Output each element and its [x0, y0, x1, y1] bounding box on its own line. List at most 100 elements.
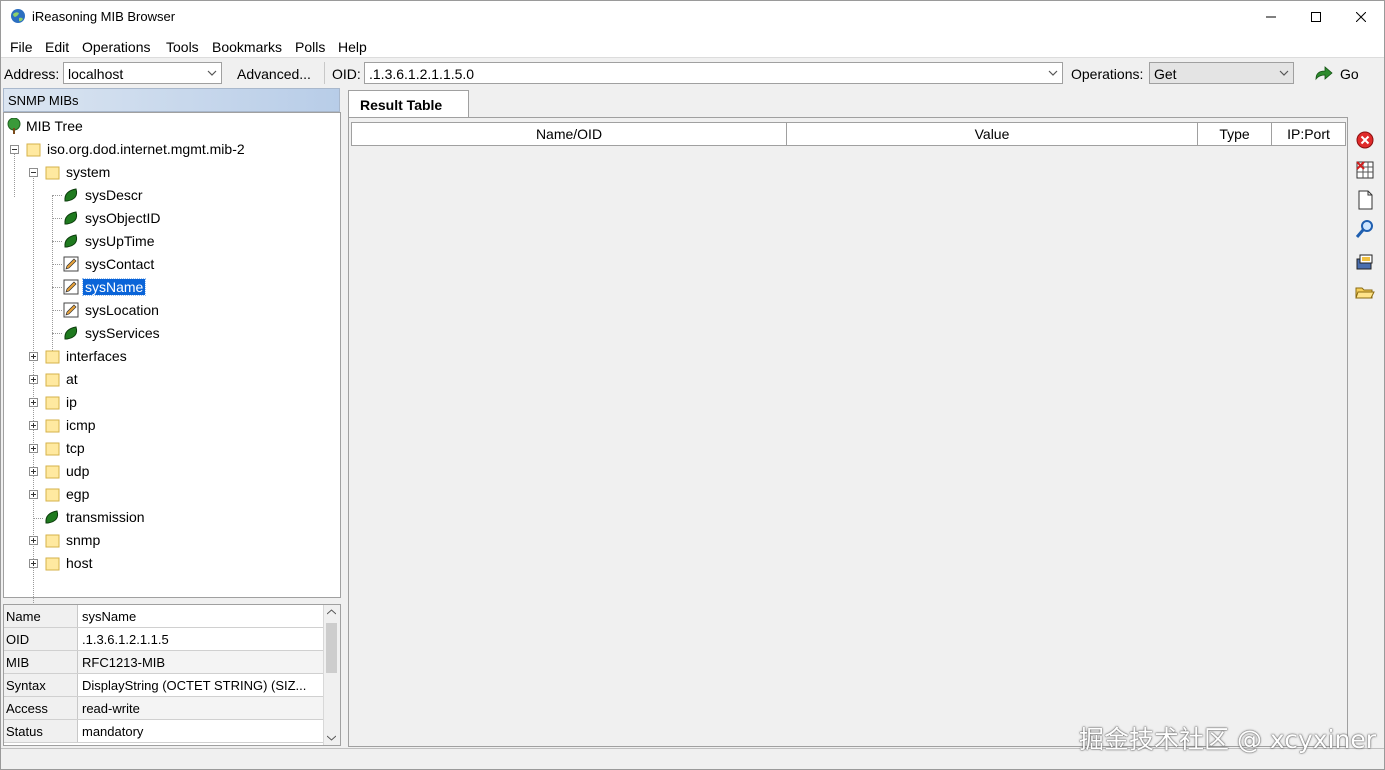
chevron-up-icon	[327, 609, 336, 615]
go-label: Go	[1340, 66, 1359, 82]
tree-node-label: sysServices	[85, 325, 160, 341]
address-value: localhost	[68, 66, 124, 82]
tree-node-label: sysObjectID	[85, 210, 161, 226]
delete-icon	[1356, 131, 1374, 149]
folder-icon	[45, 534, 60, 548]
menu-tools[interactable]: Tools	[166, 39, 199, 55]
expand-toggle[interactable]	[29, 352, 38, 361]
oid-label: OID:	[332, 66, 361, 82]
go-button[interactable]: Go	[1314, 62, 1364, 84]
find-icon	[1355, 220, 1373, 238]
leaf-icon	[64, 188, 78, 202]
property-row: OID .1.3.6.1.2.1.1.5	[4, 628, 324, 651]
expand-toggle[interactable]	[29, 375, 38, 384]
new-document-button[interactable]	[1354, 189, 1376, 211]
folder-icon	[45, 557, 60, 571]
find-button[interactable]	[1354, 218, 1376, 240]
column-header-ip-port[interactable]: IP:Port	[1272, 123, 1345, 145]
tree-node-label: interfaces	[66, 348, 127, 364]
oid-combo[interactable]: .1.3.6.1.2.1.1.5.0	[364, 62, 1063, 84]
folder-icon	[26, 143, 41, 157]
menu-bar: File Edit Operations Tools Bookmarks Pol…	[1, 33, 1384, 57]
expand-toggle[interactable]	[29, 398, 38, 407]
tree-node-label: egp	[66, 486, 90, 502]
advanced-button[interactable]: Advanced...	[237, 66, 311, 82]
chevron-down-icon	[1279, 70, 1289, 76]
chevron-down-icon	[327, 735, 336, 741]
close-window-button[interactable]	[1338, 1, 1384, 33]
menu-edit[interactable]: Edit	[45, 39, 69, 55]
clear-table-icon	[1356, 161, 1374, 179]
address-combo[interactable]: localhost	[63, 62, 222, 84]
window-title: iReasoning MIB Browser	[32, 9, 176, 24]
property-value: mandatory	[82, 724, 144, 739]
panel-title: SNMP MIBs	[8, 93, 79, 108]
chevron-down-icon	[1048, 70, 1058, 76]
tree-node-label: sysDescr	[85, 187, 143, 203]
expand-toggle[interactable]	[29, 536, 38, 545]
scrollbar-thumb[interactable]	[326, 623, 337, 673]
property-key: Name	[6, 609, 41, 624]
tree-node-label: ip	[66, 394, 77, 410]
export-icon	[1356, 254, 1373, 270]
delete-button[interactable]	[1354, 129, 1376, 151]
leaf-icon	[45, 510, 59, 524]
tree-icon	[7, 118, 21, 134]
result-table-panel: Name/OID Value Type IP:Port	[348, 117, 1348, 747]
tree-node-label: udp	[66, 463, 90, 479]
result-table-body[interactable]	[351, 146, 1346, 744]
mib-tree[interactable]: MIB Tree iso.org.dod.internet.mgmt.mib-2…	[3, 112, 341, 605]
expand-toggle[interactable]	[29, 490, 38, 499]
app-globe-icon	[11, 9, 25, 23]
tree-node-label: tcp	[66, 440, 85, 456]
tree-line	[52, 195, 53, 359]
collapse-toggle[interactable]	[29, 168, 38, 177]
property-value: RFC1213-MIB	[82, 655, 166, 670]
operations-combo[interactable]: Get	[1149, 62, 1294, 84]
result-table-header: Name/OID Value Type IP:Port	[351, 122, 1346, 146]
menu-file[interactable]: File	[10, 39, 33, 55]
collapse-toggle[interactable]	[10, 145, 19, 154]
minimize-button[interactable]	[1248, 1, 1294, 33]
column-header-value[interactable]: Value	[787, 123, 1198, 145]
result-side-toolbar	[1350, 117, 1382, 747]
open-folder-button[interactable]	[1354, 281, 1376, 303]
tree-line	[52, 310, 62, 311]
menu-polls[interactable]: Polls	[295, 39, 325, 55]
property-key: OID	[6, 632, 30, 647]
export-button[interactable]	[1354, 251, 1376, 273]
folder-icon	[45, 442, 60, 456]
tab-result-table[interactable]: Result Table	[348, 90, 469, 117]
expand-toggle[interactable]	[29, 559, 38, 568]
tree-line	[52, 264, 62, 265]
maximize-button[interactable]	[1293, 1, 1339, 33]
property-row: Status mandatory	[4, 720, 324, 743]
menu-bookmarks[interactable]: Bookmarks	[212, 39, 282, 55]
folder-icon	[45, 419, 60, 433]
column-header-type[interactable]: Type	[1198, 123, 1272, 145]
tree-node-label: iso.org.dod.internet.mgmt.mib-2	[47, 141, 245, 157]
clear-table-button[interactable]	[1354, 159, 1376, 181]
menu-operations[interactable]: Operations	[82, 39, 150, 55]
tree-node-label: at	[66, 371, 78, 387]
column-header-name-oid[interactable]: Name/OID	[352, 123, 787, 145]
leaf-icon	[64, 234, 78, 248]
panel-header: SNMP MIBs	[3, 88, 340, 112]
tree-node-label: transmission	[66, 509, 145, 525]
writable-pencil-icon	[63, 256, 79, 272]
writable-pencil-icon	[63, 279, 79, 295]
properties-table: Name sysName OID .1.3.6.1.2.1.1.5 MIB RF…	[3, 604, 341, 746]
operations-value: Get	[1154, 66, 1177, 82]
minimize-icon	[1266, 16, 1276, 18]
folder-icon	[45, 350, 60, 364]
expand-toggle[interactable]	[29, 467, 38, 476]
expand-toggle[interactable]	[29, 444, 38, 453]
watermark-text: 掘金技术社区 @ xcyxiner	[1079, 725, 1377, 754]
menu-help[interactable]: Help	[338, 39, 367, 55]
tree-line	[52, 195, 62, 196]
folder-icon	[45, 465, 60, 479]
properties-scrollbar[interactable]	[323, 605, 340, 745]
tree-line	[52, 218, 62, 219]
expand-toggle[interactable]	[29, 421, 38, 430]
property-row: MIB RFC1213-MIB	[4, 651, 324, 674]
